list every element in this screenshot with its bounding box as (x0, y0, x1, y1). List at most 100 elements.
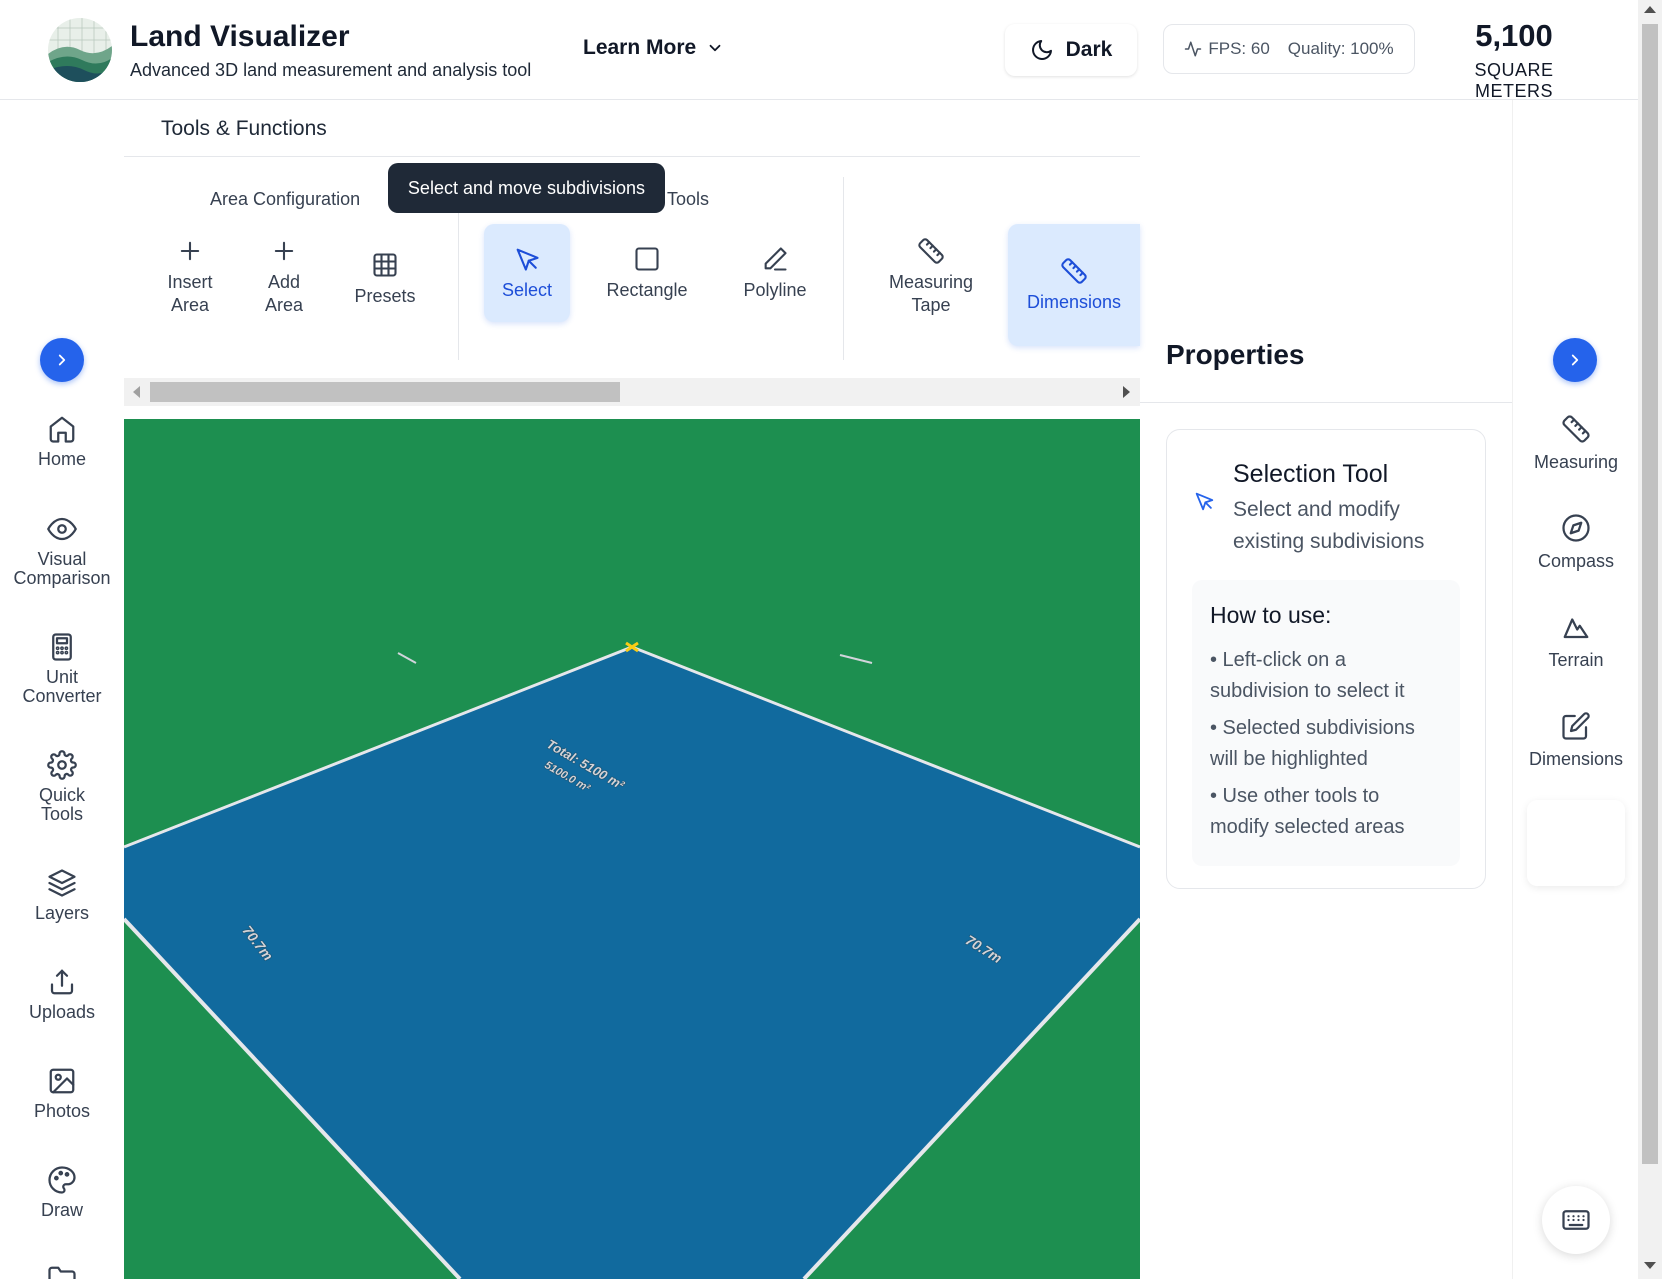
keyboard-shortcuts-button[interactable] (1542, 1186, 1610, 1254)
total-area-value: 5,100 (1475, 18, 1553, 53)
sidebar-item-uploads[interactable]: Uploads (0, 967, 124, 1022)
scroll-right-arrow-icon[interactable] (1123, 386, 1130, 398)
presets-button[interactable]: Presets (334, 224, 436, 334)
sidebar-item-label: Compass (1537, 551, 1615, 571)
cursor-icon (1193, 490, 1215, 512)
empty-panel-card (1527, 800, 1625, 886)
tools-panel-title: Tools & Functions (161, 117, 327, 140)
ruler-icon (1060, 257, 1088, 291)
sidebar-item-terrain[interactable]: Terrain (1513, 612, 1639, 671)
palette-icon (47, 1165, 77, 1201)
sidebar-item-folder[interactable] (0, 1264, 124, 1279)
mountain-icon (1561, 612, 1591, 650)
sidebar-item-label: Home (37, 449, 86, 469)
image-icon (47, 1066, 77, 1102)
gear-icon (47, 750, 77, 786)
right-sidebar: Measuring Compass Terrain Dimensions (1512, 100, 1638, 1279)
insert-area-button[interactable]: Insert Area (146, 224, 234, 330)
presets-label: Presets (354, 285, 416, 306)
toolbar-scrollbar-thumb[interactable] (150, 382, 620, 402)
area-configuration-label: Area Configuration (210, 189, 361, 209)
sidebar-item-quick-tools[interactable]: Quick Tools (0, 750, 124, 824)
upload-icon (47, 967, 77, 1003)
scroll-down-arrow-icon[interactable] (1644, 1262, 1656, 1269)
tools-panel: Tools & Functions Area Configuration Too… (124, 100, 1140, 419)
edit-icon (1561, 711, 1591, 749)
insert-area-label: Insert Area (167, 272, 213, 315)
3d-viewport-canvas[interactable]: Total: 5100 m² 5100.0 m² 70.7m 70.7m (124, 419, 1140, 1279)
sidebar-item-compass[interactable]: Compass (1513, 513, 1639, 572)
total-area-unit: SQUARE METERS (1474, 60, 1554, 101)
how-to-step: • Use other tools to modify selected are… (1210, 785, 1405, 838)
tool-description: Select and modify existing subdivisions (1233, 498, 1425, 553)
scrollbar-thumb[interactable] (1642, 24, 1658, 1164)
sidebar-item-dimensions[interactable]: Dimensions (1513, 711, 1639, 770)
folder-icon (47, 1264, 77, 1279)
app-title: Land Visualizer (130, 20, 350, 53)
polyline-tool-button[interactable]: Polyline (720, 224, 830, 322)
tool-name: Selection Tool (1233, 460, 1389, 488)
layers-icon (47, 868, 77, 904)
sidebar-item-label: Uploads (28, 1002, 96, 1022)
chevron-right-icon (1566, 351, 1584, 369)
compass-icon (1561, 513, 1591, 551)
rectangle-tool-button[interactable]: Rectangle (590, 224, 704, 322)
sidebar-item-measuring[interactable]: Measuring (1513, 414, 1639, 473)
page-scrollbar[interactable] (1638, 0, 1662, 1279)
square-icon (633, 245, 661, 279)
sidebar-item-label: Visual Comparison (13, 549, 111, 588)
sidebar-item-home[interactable]: Home (0, 414, 124, 469)
sidebar-item-label: Photos (33, 1101, 91, 1121)
performance-indicator: FPS: 60 Quality: 100% (1163, 24, 1415, 74)
home-icon (47, 414, 77, 450)
dimensions-tool-label: Dimensions (1026, 291, 1122, 312)
select-tool-label: Select (501, 279, 553, 300)
how-to-step: • Left-click on a subdivision to select … (1210, 649, 1405, 702)
sidebar-item-label: Layers (34, 903, 90, 923)
measuring-tape-button[interactable]: Measuring Tape (868, 224, 994, 330)
select-tool-tooltip: Select and move subdivisions (388, 163, 665, 213)
grid-icon (371, 251, 399, 285)
expand-left-sidebar-button[interactable] (40, 338, 84, 382)
drawing-tools-label: Tools (667, 189, 710, 209)
sidebar-item-unit-converter[interactable]: Unit Converter (0, 632, 124, 706)
scroll-up-arrow-icon[interactable] (1644, 6, 1656, 13)
sidebar-item-draw[interactable]: Draw (0, 1165, 124, 1220)
dimensions-tool-button[interactable]: Dimensions (1008, 224, 1140, 346)
expand-right-sidebar-button[interactable] (1553, 338, 1597, 382)
eye-icon (47, 514, 77, 550)
sidebar-item-layers[interactable]: Layers (0, 868, 124, 923)
fps-readout: FPS: 60 (1208, 39, 1270, 58)
learn-more-label: Learn More (583, 36, 697, 59)
learn-more-dropdown[interactable]: Learn More (583, 36, 724, 60)
measuring-tape-label: Measuring Tape (888, 272, 974, 315)
select-tool-button[interactable]: Select (484, 224, 570, 322)
divider (124, 156, 1140, 157)
divider (1140, 402, 1512, 403)
pen-icon (761, 245, 789, 279)
add-area-button[interactable]: Add Area (240, 224, 328, 330)
sidebar-item-label: Quick Tools (38, 785, 85, 824)
polyline-tool-label: Polyline (743, 279, 807, 300)
scroll-left-arrow-icon[interactable] (133, 386, 140, 398)
app-subtitle: Advanced 3D land measurement and analysi… (130, 60, 532, 80)
sidebar-item-photos[interactable]: Photos (0, 1066, 124, 1121)
land-plot-scene[interactable] (124, 419, 1140, 1279)
plus-icon (270, 237, 298, 271)
chevron-right-icon (53, 351, 71, 369)
group-separator (843, 177, 844, 360)
how-to-step: • Selected subdivisions will be highligh… (1210, 717, 1415, 770)
quality-readout: Quality: 100% (1287, 39, 1394, 58)
theme-toggle-button[interactable]: Dark (1005, 24, 1137, 76)
app-header: Land Visualizer Advanced 3D land measure… (0, 0, 1638, 101)
toolbar-scrollbar[interactable] (124, 378, 1140, 406)
rectangle-tool-label: Rectangle (606, 279, 688, 300)
selection-tool-card: Selection Tool Select and modify existin… (1166, 429, 1486, 889)
sidebar-item-label: Terrain (1548, 650, 1604, 670)
sidebar-item-label: Draw (40, 1200, 83, 1220)
ruler-icon (917, 237, 945, 271)
calculator-icon (47, 632, 77, 668)
sidebar-item-label: Measuring (1533, 452, 1619, 472)
sidebar-item-visual-comparison[interactable]: Visual Comparison (0, 514, 124, 588)
how-to-use-box: How to use: • Left-click on a subdivisio… (1192, 580, 1460, 866)
